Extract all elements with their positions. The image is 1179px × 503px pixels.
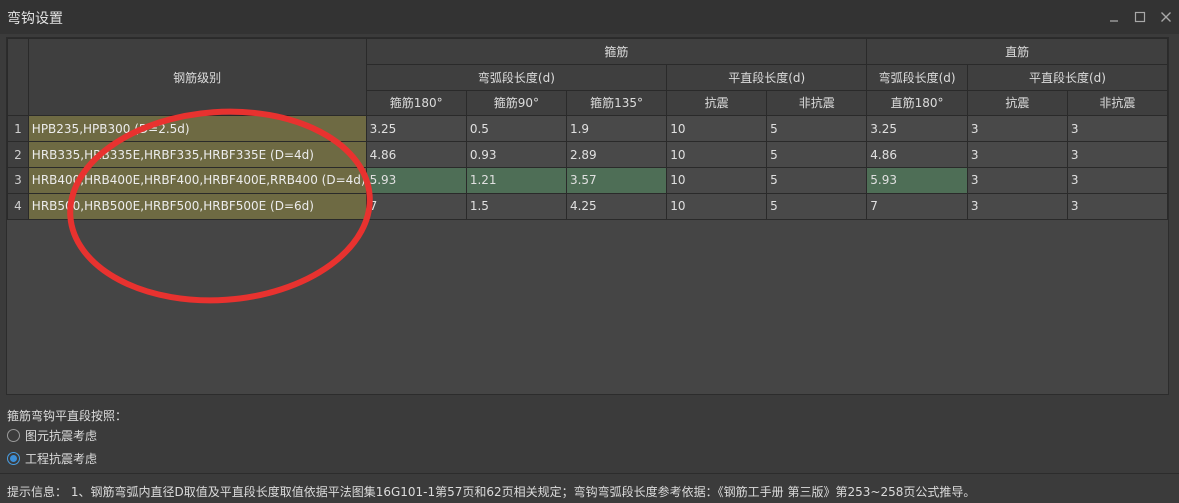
straight-arc-header: 弯弧段长度(d) bbox=[866, 63, 968, 91]
value-cell[interactable]: 5 bbox=[766, 192, 868, 220]
row-number: 4 bbox=[7, 192, 29, 220]
value-cell[interactable]: 7 bbox=[866, 192, 968, 220]
value-cell[interactable]: 10 bbox=[666, 166, 768, 194]
hint-text: 提示信息： 1、钢筋弯弧内直径D取值及平直段长度取值依据平法图集16G101-1… bbox=[7, 485, 976, 499]
value-cell[interactable]: 3 bbox=[1066, 166, 1169, 194]
column-header: 箍筋135° bbox=[565, 89, 668, 117]
value-cell[interactable]: 3 bbox=[966, 115, 1068, 143]
value-cell-highlighted[interactable]: 1.21 bbox=[465, 166, 567, 194]
value-cell[interactable]: 0.93 bbox=[465, 141, 567, 168]
stirrup-arc-header: 弯弧段长度(d) bbox=[365, 63, 668, 91]
radio-unchecked-icon[interactable] bbox=[7, 429, 20, 442]
minimize-icon[interactable] bbox=[1101, 0, 1127, 34]
value-cell[interactable]: 3.25 bbox=[866, 115, 968, 143]
stirrup-header: 箍筋 bbox=[365, 38, 868, 65]
column-header: 非抗震 bbox=[766, 89, 868, 117]
table-row: 4 HRB500,HRB500E,HRBF500,HRBF500E (D=6d)… bbox=[7, 192, 1169, 220]
value-cell[interactable]: 10 bbox=[666, 115, 768, 143]
value-cell[interactable]: 2.89 bbox=[565, 141, 668, 168]
row-number: 3 bbox=[7, 166, 29, 194]
value-cell-highlighted[interactable]: 5.93 bbox=[866, 166, 968, 194]
value-cell[interactable]: 10 bbox=[666, 141, 768, 168]
column-header: 非抗震 bbox=[1066, 89, 1169, 117]
table-row: 3 HRB400,HRB400E,HRBF400,HRBF400E,RRB400… bbox=[7, 166, 1169, 194]
column-header: 抗震 bbox=[966, 89, 1068, 117]
stirrup-flat-header: 平直段长度(d) bbox=[666, 63, 868, 91]
grade-header: 钢筋级别 bbox=[27, 37, 367, 117]
column-header: 抗震 bbox=[666, 89, 768, 117]
hook-settings-table: 钢筋级别 箍筋 直筋 弯弧段长度(d) 平直段长度(d) 弯弧段长度(d) 平直… bbox=[7, 37, 1169, 220]
radio-checked-icon[interactable] bbox=[7, 452, 20, 465]
window-title: 弯钩设置 bbox=[7, 11, 63, 27]
options-panel bbox=[0, 396, 1179, 474]
value-cell[interactable]: 4.86 bbox=[866, 141, 968, 168]
radio-element-seismic[interactable]: 图元抗震考虑 bbox=[7, 427, 97, 444]
value-cell[interactable]: 3 bbox=[966, 192, 1068, 220]
value-cell[interactable]: 3 bbox=[1066, 192, 1169, 220]
grade-cell[interactable]: HRB500,HRB500E,HRBF500,HRBF500E (D=6d) bbox=[27, 192, 367, 220]
value-cell[interactable]: 5 bbox=[766, 141, 868, 168]
flat-segment-option-label: 箍筋弯钩平直段按照： bbox=[7, 409, 128, 423]
column-header: 直筋180° bbox=[866, 89, 968, 117]
value-cell-highlighted[interactable]: 3.57 bbox=[565, 166, 668, 194]
value-cell[interactable]: 4.25 bbox=[565, 192, 668, 220]
value-cell[interactable]: 10 bbox=[666, 192, 768, 220]
window-controls bbox=[1101, 0, 1179, 34]
grade-cell[interactable]: HRB400,HRB400E,HRBF400,HRBF400E,RRB400 (… bbox=[27, 166, 367, 194]
divider bbox=[0, 473, 1179, 474]
straight-header: 直筋 bbox=[866, 38, 1168, 65]
value-cell[interactable]: 3 bbox=[966, 141, 1068, 168]
radio-project-seismic-label: 工程抗震考虑 bbox=[25, 452, 98, 466]
maximize-icon[interactable] bbox=[1127, 0, 1153, 34]
close-icon[interactable] bbox=[1153, 0, 1179, 34]
value-cell[interactable]: 3.25 bbox=[365, 115, 467, 143]
row-number: 2 bbox=[7, 141, 29, 168]
table-row: 1 HPB235,HPB300 (D=2.5d) 3.25 0.5 1.9 10… bbox=[7, 115, 1169, 143]
hook-settings-grid: 钢筋级别 箍筋 直筋 弯弧段长度(d) 平直段长度(d) 弯弧段长度(d) 平直… bbox=[6, 37, 1169, 395]
value-cell[interactable]: 3 bbox=[966, 166, 1068, 194]
title-bar: 弯钩设置 bbox=[0, 0, 1179, 34]
value-cell[interactable]: 5 bbox=[766, 166, 868, 194]
corner-header bbox=[7, 37, 29, 117]
straight-flat-header: 平直段长度(d) bbox=[966, 63, 1169, 91]
radio-project-seismic[interactable]: 工程抗震考虑 bbox=[7, 450, 97, 467]
value-cell[interactable]: 3 bbox=[1066, 141, 1169, 168]
value-cell[interactable]: 0.5 bbox=[465, 115, 567, 143]
value-cell[interactable]: 4.86 bbox=[365, 141, 467, 168]
grade-cell[interactable]: HRB335,HRB335E,HRBF335,HRBF335E (D=4d) bbox=[27, 141, 367, 168]
row-number: 1 bbox=[7, 115, 29, 143]
column-header: 箍筋180° bbox=[365, 89, 467, 117]
grade-cell[interactable]: HPB235,HPB300 (D=2.5d) bbox=[27, 115, 367, 143]
radio-element-seismic-label: 图元抗震考虑 bbox=[25, 429, 98, 443]
value-cell[interactable]: 1.5 bbox=[465, 192, 567, 220]
value-cell[interactable]: 1.9 bbox=[565, 115, 668, 143]
value-cell-highlighted[interactable]: 5.93 bbox=[365, 166, 467, 194]
column-header: 箍筋90° bbox=[465, 89, 567, 117]
value-cell[interactable]: 7 bbox=[365, 192, 467, 220]
value-cell[interactable]: 3 bbox=[1066, 115, 1169, 143]
table-row: 2 HRB335,HRB335E,HRBF335,HRBF335E (D=4d)… bbox=[7, 141, 1169, 168]
value-cell[interactable]: 5 bbox=[766, 115, 868, 143]
